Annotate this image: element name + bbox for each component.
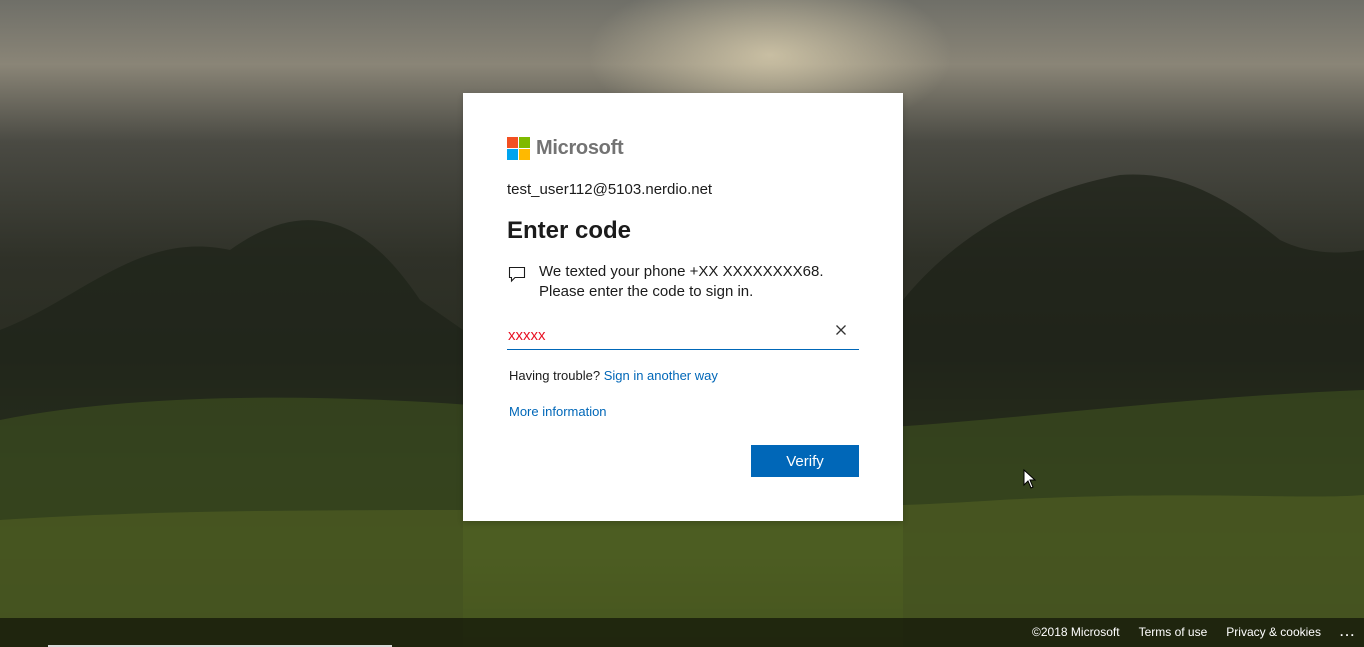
mouse-cursor-icon bbox=[1023, 469, 1037, 489]
sms-message: We texted your phone +XX XXXXXXXX68. Ple… bbox=[507, 262, 859, 302]
footer-copyright: ©2018 Microsoft bbox=[1032, 625, 1120, 639]
account-identity: test_user112@5103.nerdio.net bbox=[507, 181, 713, 198]
chat-bubble-icon bbox=[508, 266, 526, 283]
more-options-button[interactable]: ... bbox=[1340, 625, 1356, 639]
microsoft-logo-icon bbox=[507, 137, 530, 160]
privacy-cookies-link[interactable]: Privacy & cookies bbox=[1226, 625, 1321, 639]
sign-in-card: Microsoft test_user112@5103.nerdio.net E… bbox=[463, 93, 903, 521]
page-title: Enter code bbox=[507, 217, 632, 244]
microsoft-logo: Microsoft bbox=[507, 137, 624, 160]
verify-button[interactable]: Verify bbox=[751, 445, 859, 477]
code-field bbox=[507, 319, 859, 350]
sms-message-text: We texted your phone +XX XXXXXXXX68. Ple… bbox=[539, 263, 824, 300]
trouble-text: Having trouble? bbox=[509, 368, 601, 383]
logo-text: Microsoft bbox=[536, 137, 624, 159]
sign-in-another-way-link[interactable]: Sign in another way bbox=[604, 368, 718, 383]
footer: ©2018 Microsoft Terms of use Privacy & c… bbox=[0, 618, 1364, 647]
terms-of-use-link[interactable]: Terms of use bbox=[1139, 625, 1208, 639]
trouble-row: Having trouble? Sign in another way bbox=[509, 368, 718, 383]
close-icon[interactable] bbox=[833, 322, 849, 338]
more-information-link[interactable]: More information bbox=[509, 404, 607, 419]
code-input[interactable] bbox=[507, 321, 818, 349]
